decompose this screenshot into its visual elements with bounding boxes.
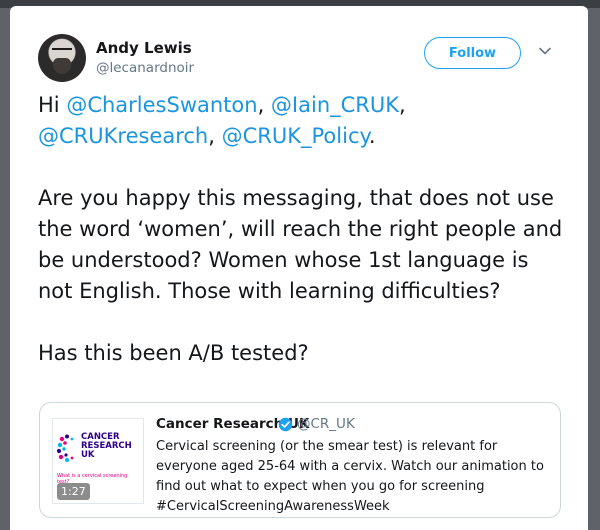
tweet-card: Andy Lewis @lecanardnoir Follow Hi @Char… bbox=[10, 6, 588, 530]
avatar-glasses bbox=[52, 48, 72, 53]
avatar[interactable] bbox=[38, 34, 86, 82]
verified-badge-icon bbox=[278, 417, 293, 432]
user-name[interactable]: Andy Lewis bbox=[96, 39, 192, 57]
separator-text: , bbox=[257, 93, 271, 117]
quoted-tweet[interactable]: CANCER RESEARCH UK What is a cervical sc… bbox=[39, 402, 561, 518]
greeting-text: Hi bbox=[38, 93, 67, 117]
tweet-paragraph-2: Are you happy this messaging, that does … bbox=[38, 186, 563, 303]
avatar-beard bbox=[53, 58, 71, 74]
chevron-down-icon[interactable] bbox=[538, 44, 552, 58]
separator-text: , bbox=[399, 93, 406, 117]
mention-link[interactable]: @CRUKresearch bbox=[38, 124, 208, 148]
video-duration: 1:27 bbox=[57, 483, 90, 500]
tweet-header: Andy Lewis @lecanardnoir Follow bbox=[38, 34, 568, 94]
quoted-tweet-text: Cervical screening (or the smear test) i… bbox=[156, 439, 544, 514]
follow-button[interactable]: Follow bbox=[424, 37, 521, 69]
end-punctuation: . bbox=[368, 124, 376, 148]
user-handle[interactable]: @lecanardnoir bbox=[96, 60, 194, 76]
mention-link[interactable]: @Iain_CRUK bbox=[271, 93, 399, 117]
tweet-paragraph-1: Hi @CharlesSwanton, @Iain_CRUK, @CRUKrese… bbox=[38, 90, 568, 152]
tweet-text: Hi @CharlesSwanton, @Iain_CRUK, @CRUKrese… bbox=[38, 90, 568, 369]
mention-link[interactable]: @CRUK_Policy bbox=[222, 124, 369, 148]
quoted-user-handle[interactable]: @CR_UK bbox=[297, 416, 355, 432]
video-thumbnail[interactable]: CANCER RESEARCH UK What is a cervical sc… bbox=[52, 418, 144, 504]
separator-text: , bbox=[208, 124, 222, 148]
logo-line: UK bbox=[81, 450, 95, 460]
logo-text: CANCER RESEARCH UK bbox=[81, 433, 132, 460]
mention-link[interactable]: @CharlesSwanton bbox=[66, 93, 257, 117]
cancer-research-logo bbox=[56, 434, 74, 462]
tweet-paragraph-3: Has this been A/B tested? bbox=[38, 341, 309, 365]
